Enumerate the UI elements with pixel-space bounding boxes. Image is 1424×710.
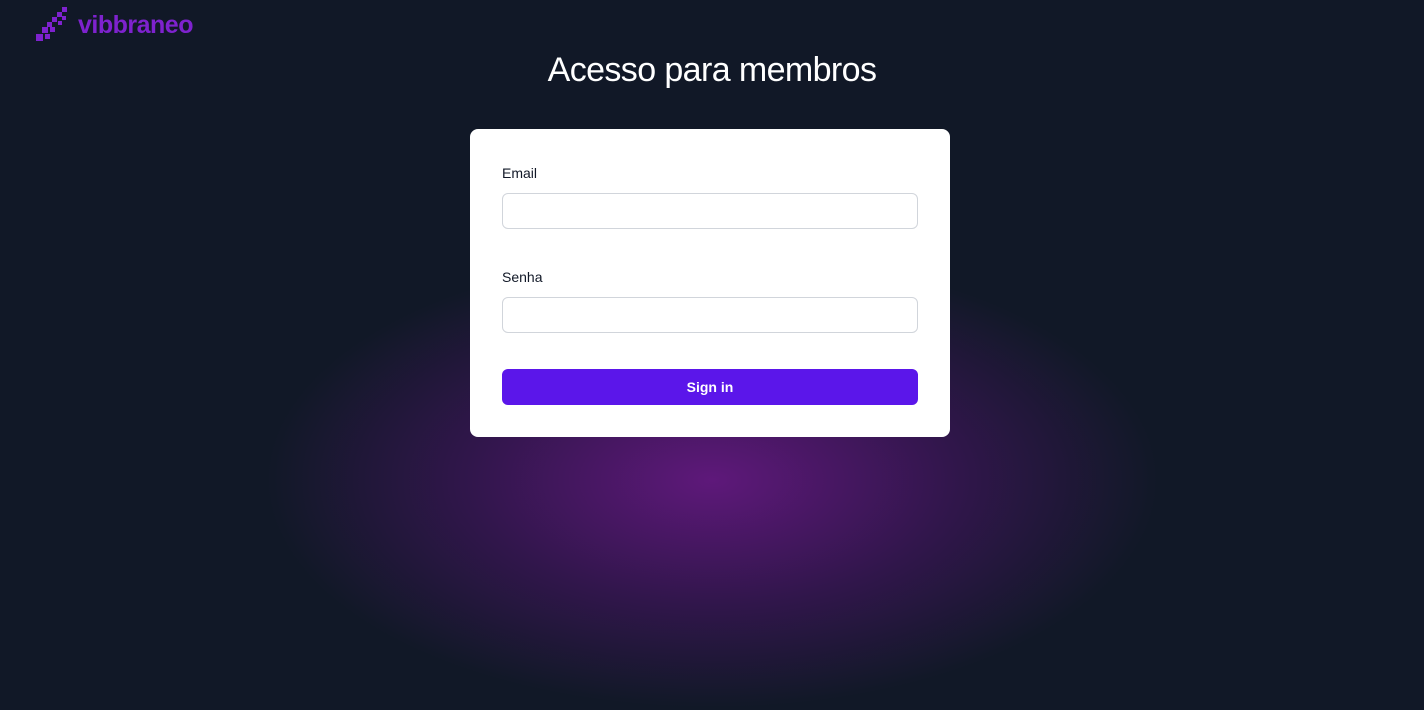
password-label: Senha [502, 269, 543, 285]
login-card: Email Senha Sign in [470, 129, 950, 437]
sign-in-button[interactable]: Sign in [502, 369, 918, 405]
login-page: { "brand": { "name": "vibbraneo", "logo_… [0, 0, 1424, 710]
pixel-arrow-logo-icon [36, 7, 67, 41]
email-field[interactable] [502, 193, 918, 229]
page-title: Acesso para membros [547, 51, 877, 89]
password-field[interactable] [502, 297, 918, 333]
brand-name: vibbraneo [78, 10, 193, 39]
email-label: Email [502, 165, 538, 181]
brand-logo[interactable]: vibbraneo [34, 7, 193, 43]
